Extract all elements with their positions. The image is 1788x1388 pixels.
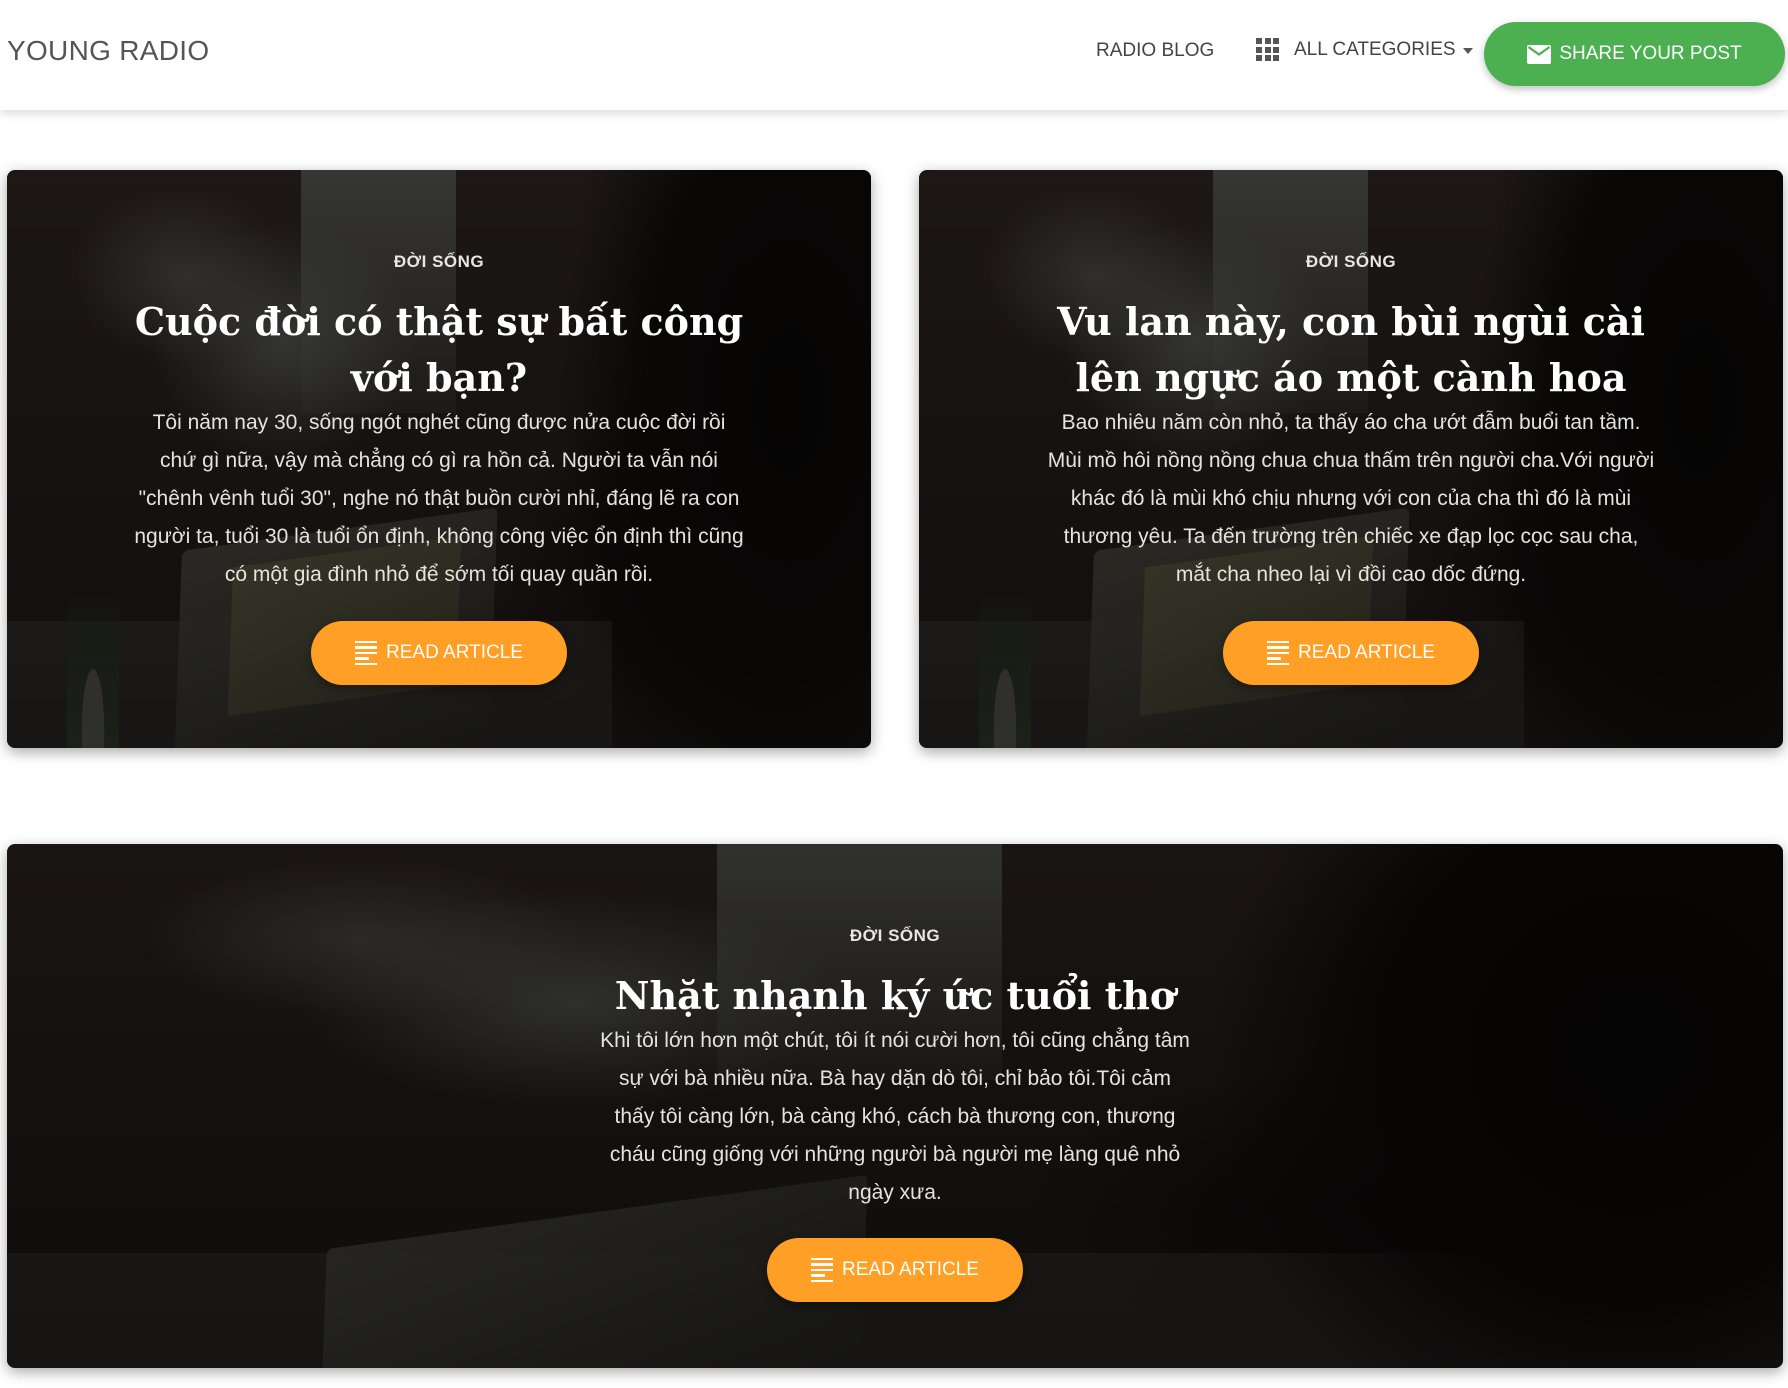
article-category[interactable]: ĐỜI SỐNG [919, 252, 1783, 272]
read-article-label: READ ARTICLE [842, 1259, 979, 1280]
brand-logo[interactable]: YOUNG RADIO [7, 35, 209, 67]
nav-radio-blog[interactable]: RADIO BLOG [1096, 40, 1214, 62]
caret-down-icon [1462, 47, 1473, 54]
article-card: ĐỜI SỐNG Vu lan này, con bùi ngùi cài lê… [919, 170, 1783, 748]
share-your-post-label: SHARE YOUR POST [1559, 43, 1742, 64]
article-excerpt: Khi tôi lớn hơn một chút, tôi ít nói cườ… [600, 1029, 1190, 1204]
article-title[interactable]: Nhặt nhạnh ký ức tuổi thơ [445, 968, 1345, 1024]
nav-all-categories-label: ALL CATEGORIES [1294, 38, 1456, 60]
article-lines-icon [811, 1257, 834, 1283]
article-category[interactable]: ĐỜI SỐNG [7, 252, 871, 272]
article-lines-icon [355, 640, 378, 666]
article-excerpt: Bao nhiêu năm còn nhỏ, ta thấy áo cha ướ… [1047, 411, 1655, 586]
article-lines-icon [1267, 640, 1290, 666]
read-article-label: READ ARTICLE [1298, 642, 1435, 663]
read-article-button[interactable]: READ ARTICLE [311, 621, 567, 685]
navbar: YOUNG RADIO RADIO BLOG ALL CATEGORIES SH… [0, 0, 1788, 110]
read-article-button[interactable]: READ ARTICLE [767, 1238, 1023, 1302]
read-article-label: READ ARTICLE [386, 642, 523, 663]
article-excerpt: Tôi năm nay 30, sống ngót nghét cũng đượ… [134, 411, 744, 586]
article-category[interactable]: ĐỜI SỐNG [7, 926, 1783, 946]
apps-grid-icon [1256, 38, 1279, 61]
article-title[interactable]: Vu lan này, con bùi ngùi cài lên ngực áo… [1031, 294, 1671, 406]
article-title[interactable]: Cuộc đời có thật sự bất công với bạn? [119, 294, 759, 406]
mail-icon [1527, 44, 1552, 64]
article-card: ĐỜI SỐNG Cuộc đời có thật sự bất công vớ… [7, 170, 871, 748]
read-article-button[interactable]: READ ARTICLE [1223, 621, 1479, 685]
nav-all-categories-dropdown[interactable]: ALL CATEGORIES [1256, 38, 1473, 61]
article-card-featured: ĐỜI SỐNG Nhặt nhạnh ký ức tuổi thơ Khi t… [7, 844, 1783, 1368]
share-your-post-button[interactable]: SHARE YOUR POST [1484, 22, 1785, 86]
